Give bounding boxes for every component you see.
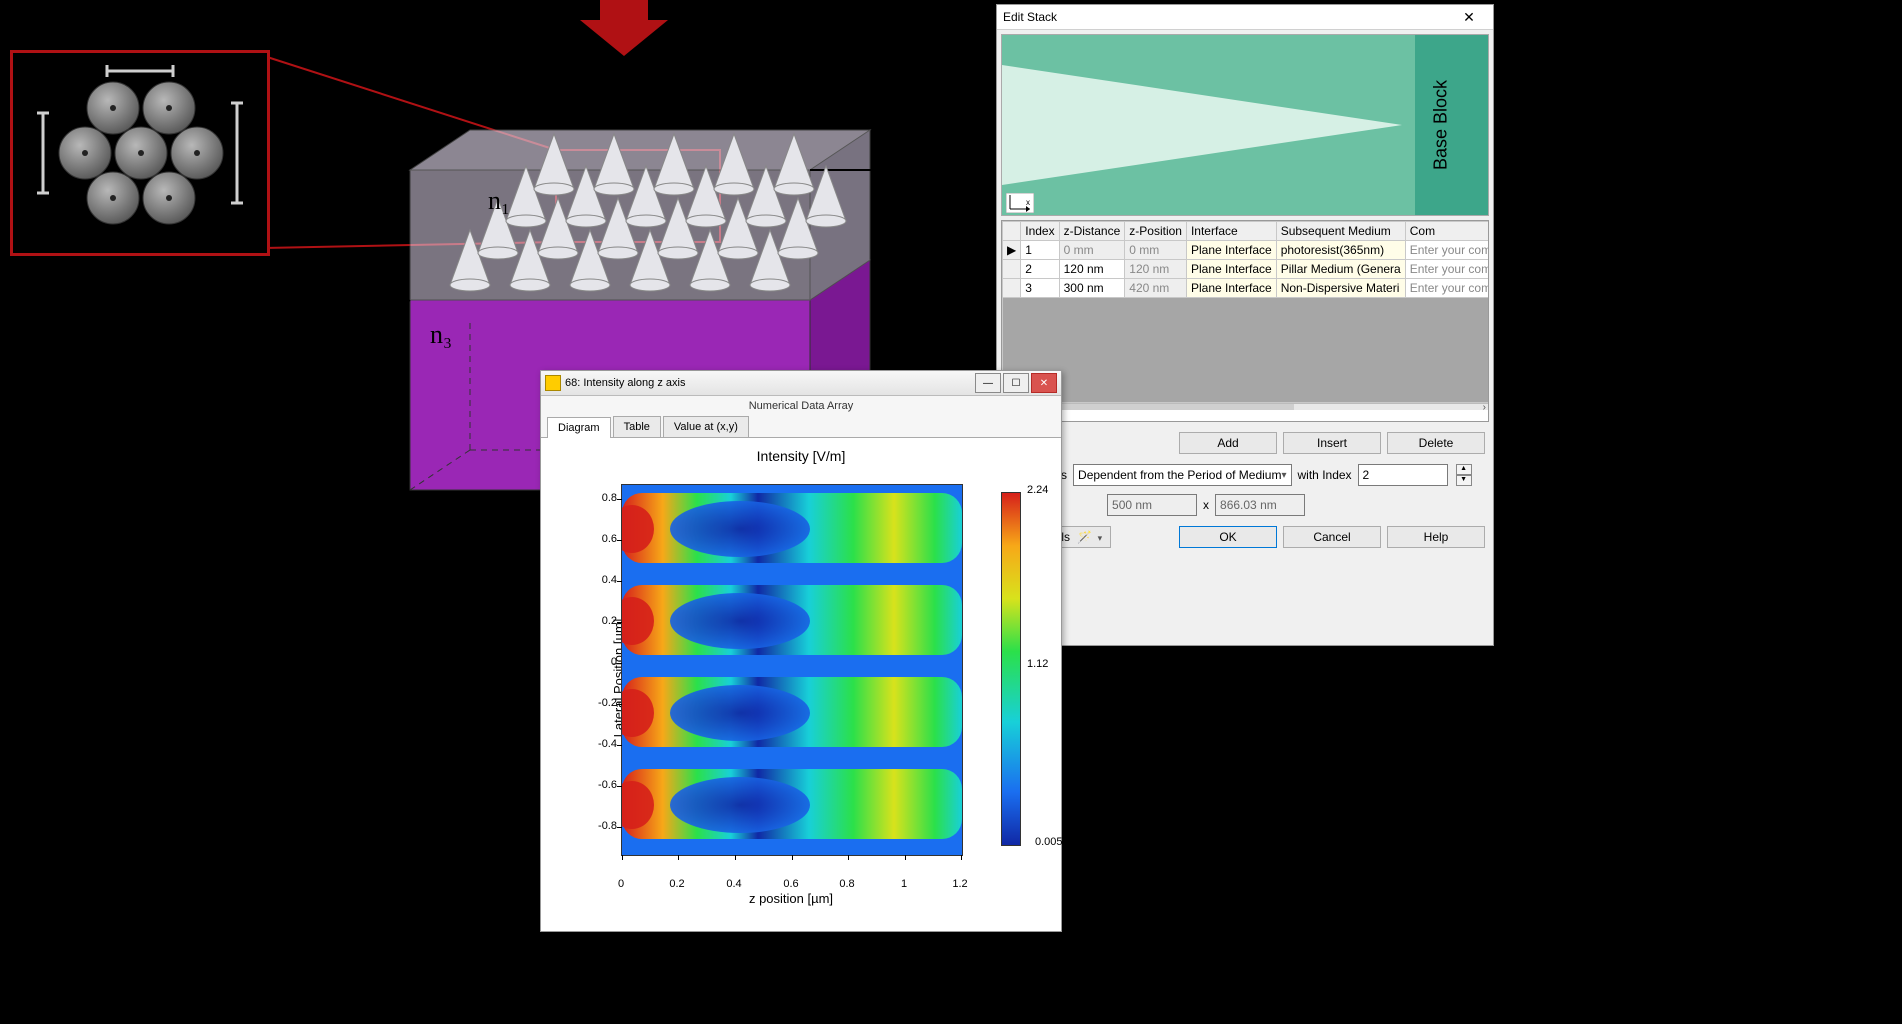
ytick: -0.8 (587, 820, 617, 832)
col-iface[interactable]: Interface (1186, 222, 1276, 241)
xtick: 0.2 (669, 878, 684, 890)
col-zpos[interactable]: z-Position (1125, 222, 1187, 241)
tab-diagram[interactable]: Diagram (547, 417, 611, 438)
tab-table[interactable]: Table (613, 416, 661, 437)
ytick: 0.4 (587, 574, 617, 586)
insert-button[interactable]: Insert (1283, 432, 1381, 454)
tools-wand-icon: 🪄 (1077, 530, 1092, 544)
xtick: 1 (901, 878, 907, 890)
plot-title: Intensity [V/m] (557, 448, 1045, 464)
chevron-down-icon: ▾ (1098, 533, 1103, 543)
refractive-index-n2-label: n₂ (486, 86, 508, 116)
period-y-field: 866.03 nm (1215, 494, 1305, 516)
table-row[interactable]: 3 300 nm 420 nm Plane Interface Non-Disp… (1003, 279, 1490, 298)
maximize-icon[interactable]: ☐ (1003, 373, 1029, 393)
period-x-sep: x (1203, 498, 1209, 512)
period-x-field: 500 nm (1107, 494, 1197, 516)
colorbar-max: 2.24 (1027, 484, 1071, 496)
svg-text:x: x (1026, 198, 1030, 207)
xtick: 0.8 (839, 878, 854, 890)
table-row[interactable]: ▶ 1 0 mm 0 mm Plane Interface photoresis… (1003, 241, 1490, 260)
add-button[interactable]: Add (1179, 432, 1277, 454)
cancel-button[interactable]: Cancel (1283, 526, 1381, 548)
colorbar-min: 0.005… (1035, 836, 1079, 848)
ytick: 0 (587, 656, 617, 668)
close-icon[interactable]: ✕ (1451, 6, 1487, 28)
help-button[interactable]: Help (1387, 526, 1485, 548)
base-block-label: Base Block (1430, 80, 1451, 170)
stack-preview: Base Block x (1001, 34, 1489, 216)
period-dependency-combo[interactable]: Dependent from the Period of Medium ▾ (1073, 464, 1291, 486)
plot-window-title: 68: Intensity along z axis (565, 377, 973, 389)
xtick: 0 (618, 878, 624, 890)
refractive-index-n3-label: n₃ (430, 320, 452, 350)
xtick: 0.6 (783, 878, 798, 890)
ytick: 0.8 (587, 492, 617, 504)
unit-cell-inset (10, 50, 270, 256)
delete-button[interactable]: Delete (1387, 432, 1485, 454)
table-h-scrollbar[interactable]: › (1002, 403, 1488, 410)
ytick: -0.4 (587, 738, 617, 750)
plot-xlabel: z position [µm] (621, 891, 961, 906)
plot-area: Intensity [V/m] Lateral Position [µm] 0.… (557, 448, 1045, 908)
colorbar-mid: 1.12 (1027, 658, 1071, 670)
table-empty-area (1003, 298, 1490, 403)
close-icon[interactable]: ✕ (1031, 373, 1057, 393)
ytick: 0.6 (587, 533, 617, 545)
app-icon (545, 375, 561, 391)
chevron-down-icon: ▾ (1281, 470, 1286, 481)
layer-table[interactable]: Index z-Distance z-Position Interface Su… (1001, 220, 1489, 422)
ytick: 0.2 (587, 615, 617, 627)
table-row[interactable]: 2 120 nm 120 nm Plane Interface Pillar M… (1003, 260, 1490, 279)
col-comment[interactable]: Com (1405, 222, 1489, 241)
refractive-index-n1-label: n₁ (488, 186, 510, 216)
tab-value-at-xy[interactable]: Value at (x,y) (663, 416, 749, 437)
ytick: -0.6 (587, 779, 617, 791)
ok-button[interactable]: OK (1179, 526, 1277, 548)
col-index[interactable]: Index (1021, 222, 1059, 241)
intensity-plot-window: 68: Intensity along z axis — ☐ ✕ Numeric… (540, 370, 1062, 932)
edit-stack-titlebar[interactable]: Edit Stack ✕ (997, 5, 1493, 30)
col-medium[interactable]: Subsequent Medium (1276, 222, 1405, 241)
edit-stack-title: Edit Stack (1003, 10, 1451, 24)
edit-stack-dialog: Edit Stack ✕ Base Block x Index z-Distan… (996, 4, 1494, 646)
colorbar (1001, 492, 1021, 846)
incident-light-arrow-icon (580, 0, 668, 56)
plot-titlebar[interactable]: 68: Intensity along z axis — ☐ ✕ (541, 371, 1061, 396)
heatmap-chart[interactable] (621, 484, 963, 856)
col-rowmarker (1003, 222, 1021, 241)
col-zdist[interactable]: z-Distance (1059, 222, 1125, 241)
xtick: 0.4 (726, 878, 741, 890)
xtick: 1.2 (952, 878, 967, 890)
axis-indicator-icon: x (1006, 193, 1034, 213)
ytick: -0.2 (587, 697, 617, 709)
plot-tabs: Diagram Table Value at (x,y) (541, 416, 1061, 438)
with-index-label: with Index (1298, 468, 1352, 482)
with-index-field[interactable]: 2 (1358, 464, 1448, 486)
plot-subheader: Numerical Data Array (541, 396, 1061, 416)
minimize-icon[interactable]: — (975, 373, 1001, 393)
with-index-spinner[interactable]: ▲▼ (1456, 464, 1472, 486)
